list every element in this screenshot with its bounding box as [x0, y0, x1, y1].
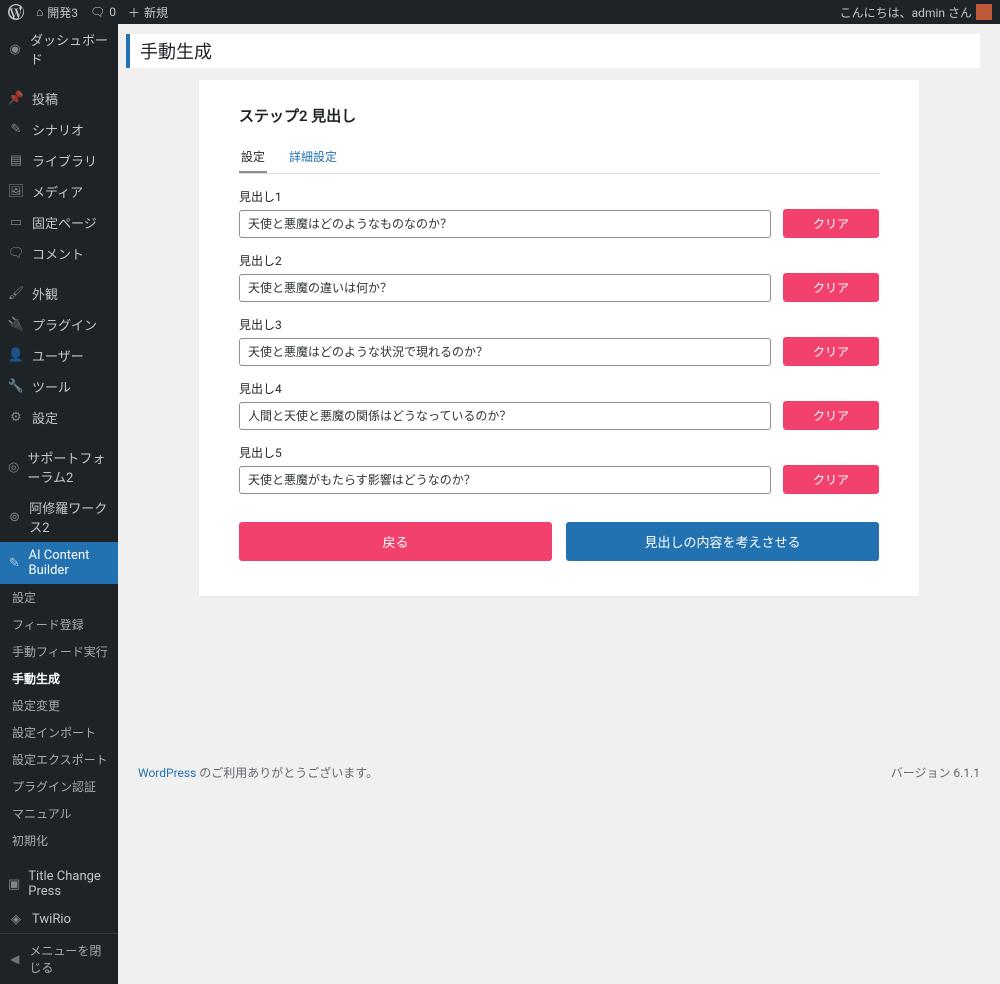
wp-link[interactable]: WordPress [138, 766, 196, 780]
tabs: 設定 詳細設定 [239, 144, 879, 174]
sidebar-item-appearance[interactable]: 🖌外観 [0, 278, 118, 309]
sidebar-item-title-change-press[interactable]: ▣Title Change Press [0, 863, 118, 905]
wrench-icon: 🔧 [8, 379, 24, 395]
tab-config[interactable]: 設定 [239, 144, 267, 173]
heading-input-4[interactable] [239, 402, 771, 430]
submit-button[interactable]: 見出しの内容を考えさせる [566, 522, 879, 561]
comment-icon: 🗨 [8, 246, 24, 262]
submenu-setting-export[interactable]: 設定エクスポート [0, 746, 118, 773]
thanks-text: のご利用ありがとうございます。 [196, 766, 378, 780]
sidebar-item-ashura-works[interactable]: ⊚阿修羅ワークス2 [0, 492, 118, 542]
field-row-4: 見出し4 クリア [239, 380, 879, 430]
avatar [976, 4, 992, 20]
title-icon: ▣ [8, 876, 20, 892]
page-footer: WordPress のご利用ありがとうございます。 バージョン 6.1.1 [118, 746, 1000, 791]
sidebar-item-comments[interactable]: 🗨コメント [0, 238, 118, 269]
sidebar-item-dashboard[interactable]: ◉ダッシュボード [0, 24, 118, 74]
sidebar-item-media[interactable]: 🖼メディア [0, 176, 118, 207]
tab-advanced[interactable]: 詳細設定 [287, 144, 339, 173]
submenu-feed-manual[interactable]: 手動フィード実行 [0, 638, 118, 665]
page-header: 手動生成 [126, 34, 980, 68]
wp-logo[interactable] [8, 4, 24, 20]
submenu-init[interactable]: 初期化 [0, 827, 118, 854]
pencil-icon: ✎ [8, 122, 24, 138]
new-label: 新規 [144, 4, 168, 21]
clear-button-5[interactable]: クリア [783, 465, 879, 494]
sidebar-item-settings[interactable]: ⚙設定 [0, 402, 118, 433]
media-icon: 🖼 [8, 184, 24, 200]
heading-input-1[interactable] [239, 210, 771, 238]
bird-icon: ◈ [8, 911, 24, 927]
sidebar-item-pages[interactable]: ▭固定ページ [0, 207, 118, 238]
footer-version: バージョン 6.1.1 [891, 764, 980, 781]
comment-icon: 🗨 [90, 5, 105, 19]
submenu-manual-gen[interactable]: 手動生成 [0, 665, 118, 692]
pin-icon: 📌 [8, 91, 24, 107]
field-row-1: 見出し1 クリア [239, 188, 879, 238]
step-title: ステップ2 見出し [239, 105, 879, 126]
page-title: 手動生成 [140, 38, 970, 64]
admin-bar-right: こんにちは、admin さん [840, 4, 992, 21]
field-row-2: 見出し2 クリア [239, 252, 879, 302]
sidebar: ◉ダッシュボード 📌投稿 ✎シナリオ ▤ライブラリ 🖼メディア ▭固定ページ 🗨… [0, 24, 118, 984]
sidebar-item-tools[interactable]: 🔧ツール [0, 371, 118, 402]
collapse-icon: ◀ [8, 951, 21, 967]
sidebar-item-scenario[interactable]: ✎シナリオ [0, 114, 118, 145]
clear-button-2[interactable]: クリア [783, 273, 879, 302]
plugin-icon: 🔌 [8, 317, 24, 333]
admin-bar: ⌂ 開発3 🗨 0 ＋ 新規 こんにちは、admin さん [0, 0, 1000, 24]
submenu-setting-import[interactable]: 設定インポート [0, 719, 118, 746]
gear-icon: ⚙ [8, 410, 24, 426]
sidebar-item-library[interactable]: ▤ライブラリ [0, 145, 118, 176]
heading-input-3[interactable] [239, 338, 771, 366]
clear-button-1[interactable]: クリア [783, 209, 879, 238]
submenu-plugin-auth[interactable]: プラグイン認証 [0, 773, 118, 800]
heading-input-5[interactable] [239, 466, 771, 494]
clear-button-3[interactable]: クリア [783, 337, 879, 366]
field-label-4: 見出し4 [239, 380, 879, 397]
plus-icon: ＋ [128, 4, 140, 21]
edit-icon: ✎ [8, 555, 21, 571]
field-label-1: 見出し1 [239, 188, 879, 205]
life-ring-icon: ◎ [8, 459, 19, 475]
sidebar-item-posts[interactable]: 📌投稿 [0, 83, 118, 114]
page-icon: ▭ [8, 215, 24, 231]
footer-thanks: WordPress のご利用ありがとうございます。 [138, 764, 378, 781]
submenu-settings[interactable]: 設定 [0, 584, 118, 611]
field-label-5: 見出し5 [239, 444, 879, 461]
site-link[interactable]: ⌂ 開発3 [36, 4, 78, 21]
sidebar-item-users[interactable]: 👤ユーザー [0, 340, 118, 371]
home-icon: ⌂ [36, 5, 43, 19]
book-icon: ▤ [8, 153, 24, 169]
star-icon: ⊚ [8, 509, 21, 525]
submenu-manual[interactable]: マニュアル [0, 800, 118, 827]
back-button[interactable]: 戻る [239, 522, 552, 561]
sidebar-item-support-forum[interactable]: ◎サポートフォーラム2 [0, 442, 118, 492]
greeting-text: こんにちは、admin さん [840, 4, 972, 21]
comments-link[interactable]: 🗨 0 [90, 5, 116, 19]
user-icon: 👤 [8, 348, 24, 364]
field-label-3: 見出し3 [239, 316, 879, 333]
sidebar-item-ai-content-builder[interactable]: ✎AI Content Builder [0, 542, 118, 584]
submenu-feed-register[interactable]: フィード登録 [0, 611, 118, 638]
field-label-2: 見出し2 [239, 252, 879, 269]
clear-button-4[interactable]: クリア [783, 401, 879, 430]
sidebar-item-twirio[interactable]: ◈TwiRio [0, 905, 118, 933]
new-link[interactable]: ＋ 新規 [128, 4, 168, 21]
form-card: ステップ2 見出し 設定 詳細設定 見出し1 クリア 見出し2 クリア [199, 80, 919, 596]
comments-count: 0 [109, 5, 116, 19]
submenu-setting-change[interactable]: 設定変更 [0, 692, 118, 719]
main-content: 手動生成 ステップ2 見出し 設定 詳細設定 見出し1 クリア 見出し2 クリア [118, 24, 1000, 984]
brush-icon: 🖌 [8, 286, 24, 302]
admin-bar-left: ⌂ 開発3 🗨 0 ＋ 新規 [8, 4, 168, 21]
field-row-3: 見出し3 クリア [239, 316, 879, 366]
footer-buttons: 戻る 見出しの内容を考えさせる [239, 522, 879, 561]
field-row-5: 見出し5 クリア [239, 444, 879, 494]
collapse-menu[interactable]: ◀メニューを閉じる [0, 933, 118, 984]
sidebar-item-plugins[interactable]: 🔌プラグイン [0, 309, 118, 340]
site-name: 開発3 [47, 4, 78, 21]
user-greeting[interactable]: こんにちは、admin さん [840, 4, 992, 21]
heading-input-2[interactable] [239, 274, 771, 302]
dashboard-icon: ◉ [8, 41, 22, 57]
